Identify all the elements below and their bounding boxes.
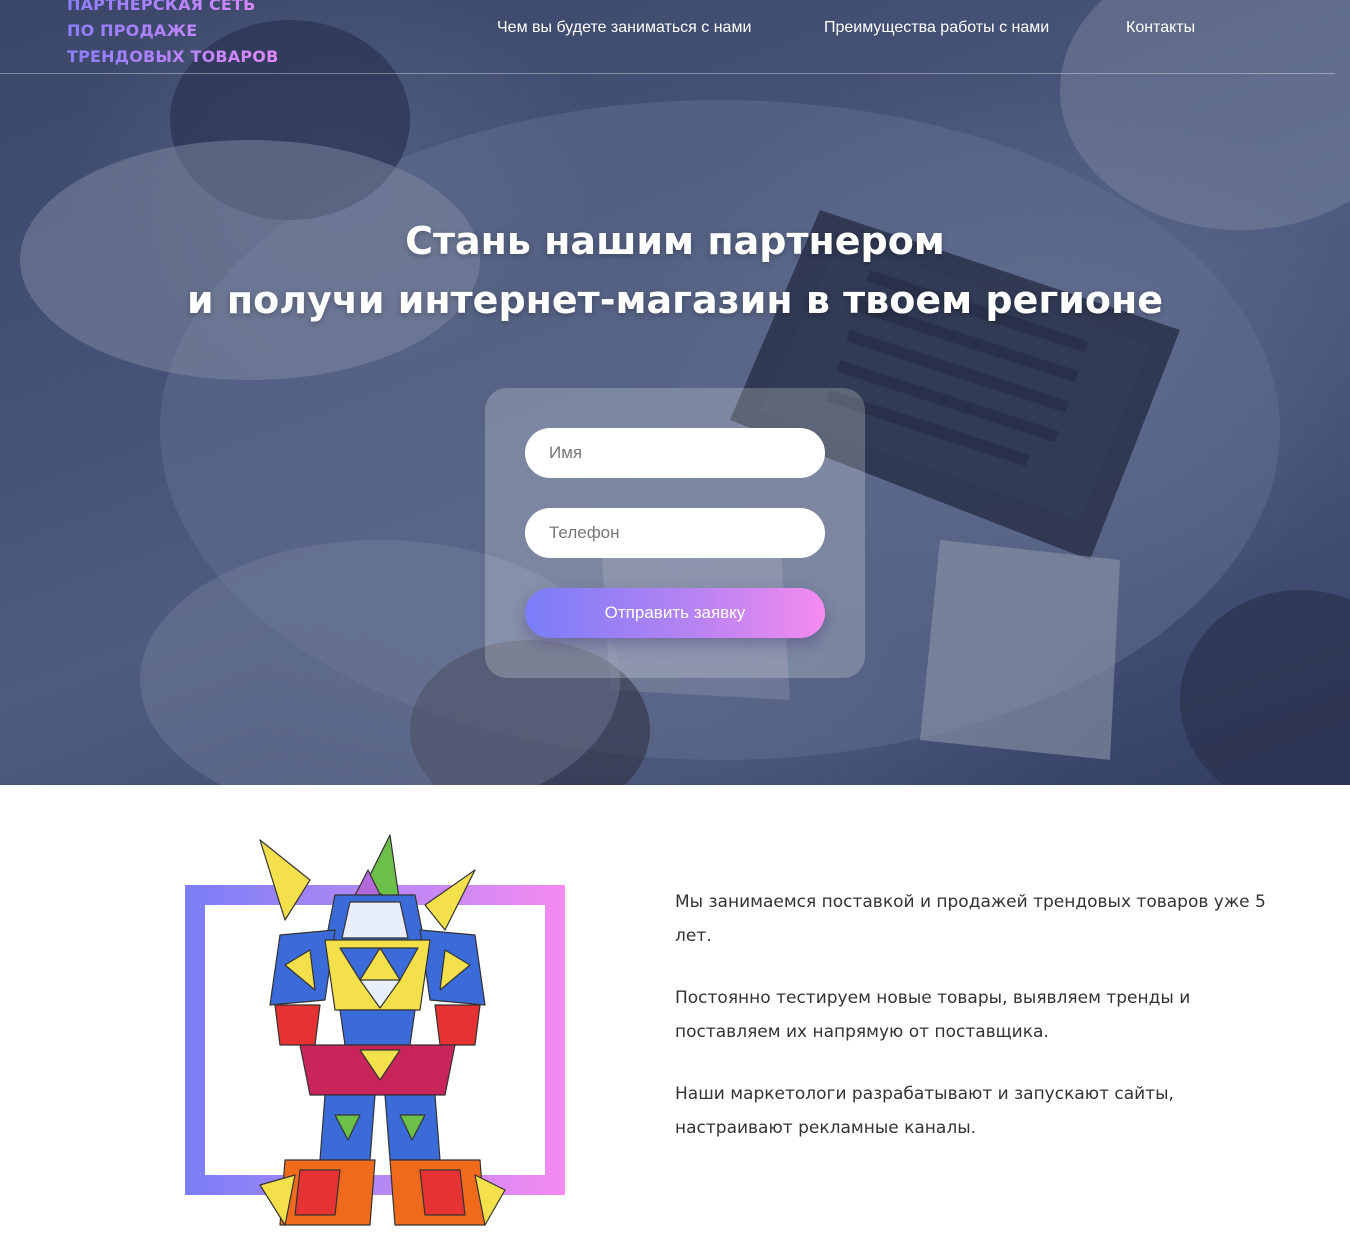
- about-text: Мы занимаемся поставкой и продажей тренд…: [675, 885, 1285, 1173]
- phone-input[interactable]: [525, 508, 825, 558]
- main-nav: Чем вы будете заниматься с нами Преимуще…: [0, 19, 1335, 39]
- hero-headline: Стань нашим партнером и получи интернет-…: [0, 212, 1350, 330]
- submit-request-button[interactable]: Отправить заявку: [525, 588, 825, 638]
- name-input[interactable]: [525, 428, 825, 478]
- nav-link-contacts[interactable]: Контакты: [1126, 19, 1195, 37]
- top-navigation-bar: ПАРТНЕРСКАЯ СЕТЬ ПО ПРОДАЖЕ ТРЕНДОВЫХ ТО…: [0, 0, 1335, 74]
- nav-link-activities[interactable]: Чем вы будете заниматься с нами: [497, 19, 751, 37]
- toy-robot-image: [259, 834, 506, 1226]
- hero-headline-line: Стань нашим партнером: [405, 219, 945, 263]
- logo-line: ТРЕНДОВЫХ ТОВАРОВ: [67, 47, 279, 66]
- partner-request-form: Отправить заявку: [485, 388, 865, 678]
- nav-link-advantages[interactable]: Преимущества работы с нами: [824, 19, 1049, 37]
- about-paragraph: Наши маркетологи разрабатывают и запуска…: [675, 1084, 1174, 1138]
- about-paragraph: Постоянно тестируем новые товары, выявля…: [675, 988, 1191, 1042]
- about-paragraph: Мы занимаемся поставкой и продажей тренд…: [675, 892, 1266, 946]
- hero-headline-line: и получи интернет-магазин в твоем регион…: [187, 278, 1163, 322]
- logo-line: ПАРТНЕРСКАЯ СЕТЬ: [67, 0, 256, 14]
- hero-section: ПАРТНЕРСКАЯ СЕТЬ ПО ПРОДАЖЕ ТРЕНДОВЫХ ТО…: [0, 0, 1350, 785]
- about-section: Мы занимаемся поставкой и продажей тренд…: [0, 785, 1350, 1236]
